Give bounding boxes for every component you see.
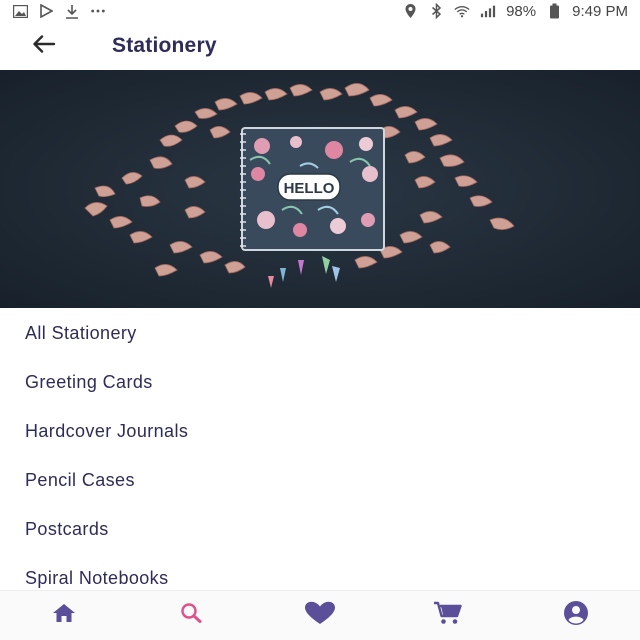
back-button[interactable] [22, 24, 66, 68]
hero-image: HELLO [0, 70, 640, 308]
nav-favorites-button[interactable] [290, 594, 350, 638]
wifi-icon [454, 3, 470, 19]
clock-time: 9:49 PM [572, 2, 628, 20]
arrow-back-icon [32, 34, 56, 58]
page-title: Stationery [112, 34, 217, 57]
signal-icon [480, 3, 496, 19]
battery-icon [546, 3, 562, 19]
home-icon [51, 602, 77, 629]
status-bar-left [12, 3, 106, 19]
more-dots-icon [90, 3, 106, 19]
category-pencil-cases[interactable]: Pencil Cases [0, 456, 640, 505]
status-bar: 98% 9:49 PM [0, 0, 640, 22]
status-bar-right: 98% 9:49 PM [402, 3, 628, 20]
nav-cart-button[interactable] [418, 594, 478, 638]
category-spiral-notebooks[interactable]: Spiral Notebooks [0, 554, 640, 590]
category-greeting-cards[interactable]: Greeting Cards [0, 358, 640, 407]
hero-banner: HELLO [0, 70, 640, 308]
nav-account-button[interactable] [546, 594, 606, 638]
battery-percent: 98% [506, 2, 537, 20]
cart-icon [433, 601, 463, 630]
app-bar: Stationery [0, 22, 640, 70]
heart-icon [304, 601, 336, 630]
notebook-label: HELLO [284, 180, 335, 197]
bottom-nav [0, 590, 640, 640]
location-icon [402, 3, 418, 19]
play-store-icon [38, 3, 54, 19]
image-icon [12, 3, 28, 19]
search-icon [179, 601, 205, 630]
bluetooth-icon [428, 3, 444, 19]
nav-search-button[interactable] [162, 594, 222, 638]
category-hardcover-journals[interactable]: Hardcover Journals [0, 407, 640, 456]
nav-home-button[interactable] [34, 594, 94, 638]
account-icon [563, 600, 589, 631]
category-list: All Stationery Greeting Cards Hardcover … [0, 308, 640, 590]
category-all-stationery[interactable]: All Stationery [0, 309, 640, 358]
download-icon [64, 3, 80, 19]
category-postcards[interactable]: Postcards [0, 505, 640, 554]
